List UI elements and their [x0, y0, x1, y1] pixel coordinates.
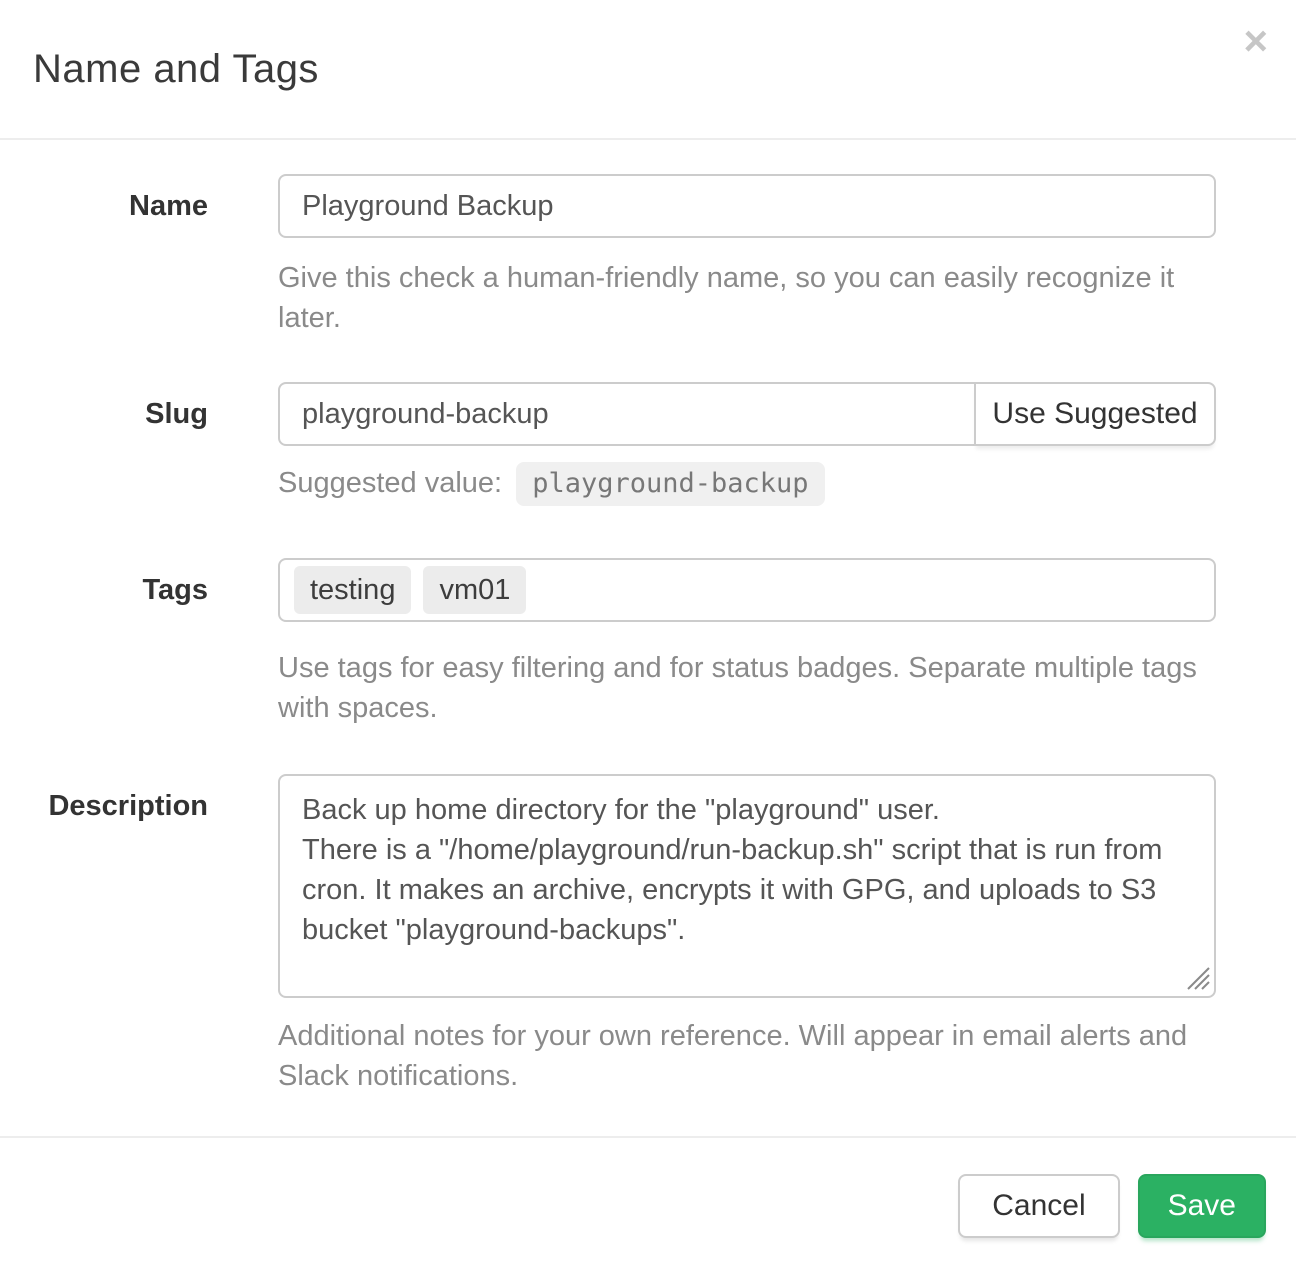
- use-suggested-button[interactable]: Use Suggested: [974, 382, 1216, 446]
- name-input[interactable]: [278, 174, 1216, 238]
- tags-label: Tags: [32, 558, 208, 728]
- slug-input-group: Use Suggested: [278, 382, 1216, 446]
- tag-chip[interactable]: vm01: [423, 566, 526, 614]
- dialog-footer: Cancel Save: [0, 1136, 1296, 1270]
- dialog-header: Name and Tags ×: [0, 0, 1296, 140]
- description-row: Description Back up home directory for t…: [32, 774, 1216, 1096]
- slug-input[interactable]: [278, 382, 976, 446]
- description-textarea[interactable]: Back up home directory for the "playgrou…: [278, 774, 1216, 998]
- description-help-text: Additional notes for your own reference.…: [278, 1016, 1216, 1096]
- save-button[interactable]: Save: [1138, 1174, 1266, 1238]
- resize-handle-icon[interactable]: [1184, 964, 1210, 990]
- close-icon[interactable]: ×: [1243, 20, 1268, 62]
- slug-label: Slug: [32, 382, 208, 506]
- slug-row: Slug Use Suggested Suggested value: play…: [32, 382, 1216, 506]
- name-help-text: Give this check a human-friendly name, s…: [278, 258, 1216, 338]
- description-label: Description: [32, 774, 208, 1096]
- dialog-title: Name and Tags: [33, 47, 319, 92]
- name-label: Name: [32, 174, 208, 338]
- slug-help-text: Suggested value: playground-backup: [278, 462, 1216, 506]
- suggested-value-code: playground-backup: [516, 462, 824, 506]
- tag-chip[interactable]: testing: [294, 566, 411, 614]
- tags-help-text: Use tags for easy filtering and for stat…: [278, 648, 1216, 728]
- name-and-tags-dialog: Name and Tags × Name Give this check a h…: [0, 0, 1296, 1254]
- tags-input[interactable]: testing vm01: [278, 558, 1216, 622]
- cancel-button[interactable]: Cancel: [958, 1174, 1119, 1238]
- dialog-body: Name Give this check a human-friendly na…: [0, 140, 1296, 1136]
- tags-row: Tags testing vm01 Use tags for easy filt…: [32, 558, 1216, 728]
- name-row: Name Give this check a human-friendly na…: [32, 174, 1216, 338]
- suggested-value-label: Suggested value:: [278, 467, 502, 499]
- description-textarea-wrap: Back up home directory for the "playgrou…: [278, 774, 1216, 998]
